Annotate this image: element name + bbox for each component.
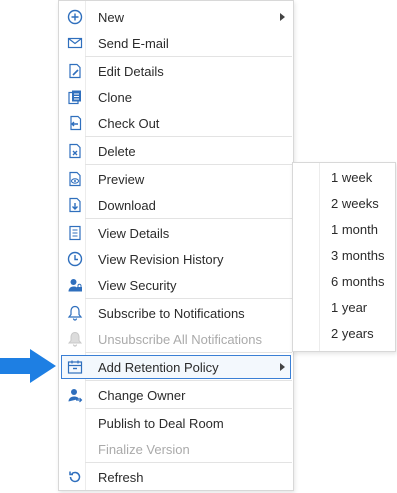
- menu-separator: [85, 56, 292, 57]
- retention-calendar-icon: [66, 358, 84, 376]
- menu-item-label: Clone: [98, 90, 132, 105]
- bell-disabled-icon: [66, 330, 84, 348]
- menu-item-subscribe-notifications[interactable]: Subscribe to Notifications: [61, 301, 291, 325]
- menu-item-change-owner[interactable]: Change Owner: [61, 383, 291, 407]
- menu-item-edit-details[interactable]: Edit Details: [61, 59, 291, 83]
- user-lock-icon: [66, 276, 84, 294]
- clock-history-icon: [66, 250, 84, 268]
- menu-item-view-revision-history[interactable]: View Revision History: [61, 247, 291, 271]
- menu-item-preview[interactable]: Preview: [61, 167, 291, 191]
- menu-item-check-out[interactable]: Check Out: [61, 111, 291, 135]
- envelope-icon: [66, 34, 84, 52]
- menu-item-send-email[interactable]: Send E-mail: [61, 31, 291, 55]
- menu-item-label: Edit Details: [98, 64, 164, 79]
- menu-item-label: Unsubscribe All Notifications: [98, 332, 263, 347]
- menu-item-view-security[interactable]: View Security: [61, 273, 291, 297]
- change-owner-icon: [66, 386, 84, 404]
- delete-document-icon: [66, 142, 84, 160]
- retention-option-2-weeks[interactable]: 2 weeks: [331, 196, 379, 211]
- submenu-arrow-icon: [280, 363, 285, 371]
- menu-separator: [85, 408, 292, 409]
- menu-separator: [85, 298, 292, 299]
- pointer-arrow-icon: [0, 349, 58, 383]
- menu-item-refresh[interactable]: Refresh: [61, 465, 291, 489]
- menu-separator: [85, 380, 292, 381]
- clone-document-icon: [66, 88, 84, 106]
- retention-option-1-month[interactable]: 1 month: [331, 222, 378, 237]
- download-icon: [66, 196, 84, 214]
- edit-document-icon: [66, 62, 84, 80]
- menu-item-label: Change Owner: [98, 388, 186, 403]
- menu-item-label: View Details: [98, 226, 170, 241]
- bell-icon: [66, 304, 84, 322]
- menu-item-view-details[interactable]: View Details: [61, 221, 291, 245]
- menu-item-label: View Revision History: [98, 252, 224, 267]
- menu-item-label: Delete: [98, 144, 136, 159]
- retention-option-1-week[interactable]: 1 week: [331, 170, 372, 185]
- context-menu: New Send E-mail Edit Details Clone Check…: [58, 0, 294, 491]
- retention-submenu: 1 week 2 weeks 1 month 3 months 6 months…: [292, 162, 396, 352]
- menu-item-label: Download: [98, 198, 156, 213]
- menu-separator: [85, 352, 292, 353]
- submenu-gutter: [319, 163, 320, 351]
- plus-circle-icon: [66, 8, 84, 26]
- menu-item-unsubscribe-all: Unsubscribe All Notifications: [61, 327, 291, 351]
- menu-item-label: Preview: [98, 172, 145, 187]
- menu-item-delete[interactable]: Delete: [61, 139, 291, 163]
- menu-item-download[interactable]: Download: [61, 193, 291, 217]
- refresh-icon: [66, 468, 84, 486]
- menu-separator: [85, 136, 292, 137]
- details-list-icon: [66, 224, 84, 242]
- menu-item-label: Subscribe to Notifications: [98, 306, 245, 321]
- menu-item-finalize-version: Finalize Version: [61, 437, 291, 461]
- retention-option-6-months[interactable]: 6 months: [331, 274, 384, 289]
- menu-item-label: Publish to Deal Room: [98, 416, 224, 431]
- menu-item-label: New: [98, 10, 125, 25]
- menu-separator: [85, 462, 292, 463]
- submenu-arrow-icon: [280, 13, 285, 21]
- menu-item-add-retention-policy[interactable]: Add Retention Policy: [61, 355, 291, 379]
- menu-item-clone[interactable]: Clone: [61, 85, 291, 109]
- retention-option-1-year[interactable]: 1 year: [331, 300, 367, 315]
- retention-option-2-years[interactable]: 2 years: [331, 326, 374, 341]
- menu-item-publish-deal-room[interactable]: Publish to Deal Room: [61, 411, 291, 435]
- menu-item-label: Refresh: [98, 470, 144, 485]
- menu-item-label: Send E-mail: [98, 36, 169, 51]
- menu-item-new[interactable]: New: [61, 5, 291, 29]
- preview-eye-icon: [66, 170, 84, 188]
- menu-item-label: Finalize Version: [98, 442, 190, 457]
- check-out-icon: [66, 114, 84, 132]
- menu-separator: [85, 218, 292, 219]
- menu-item-label: Check Out: [98, 116, 160, 131]
- menu-item-label: Add Retention Policy: [98, 360, 219, 375]
- menu-item-label: View Security: [98, 278, 177, 293]
- menu-separator: [85, 164, 292, 165]
- retention-option-3-months[interactable]: 3 months: [331, 248, 384, 263]
